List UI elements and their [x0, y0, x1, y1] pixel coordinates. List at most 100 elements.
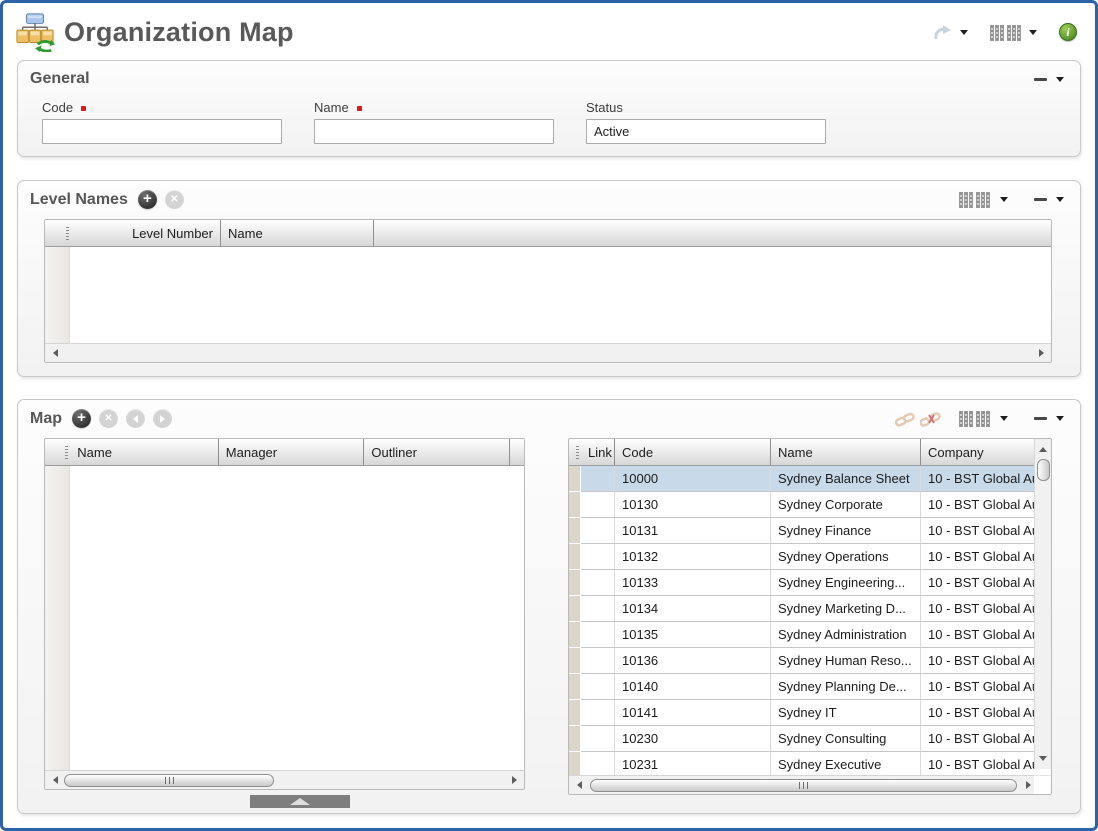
app-header: Organization Map i — [3, 3, 1095, 57]
cell-company: 10 - BST Global Au — [921, 466, 1038, 492]
row-strip[interactable] — [569, 648, 581, 674]
row-strip[interactable] — [569, 700, 581, 726]
column-header-outliner[interactable]: Outliner — [364, 439, 510, 465]
name-field-group: Name — [314, 100, 554, 144]
cell-link — [581, 700, 615, 726]
available-grid-row[interactable]: 10136Sydney Human Reso...10 - BST Global… — [569, 648, 1038, 674]
section-menu-caret[interactable] — [1056, 416, 1064, 421]
row-strip[interactable] — [569, 492, 581, 518]
cell-link — [581, 726, 615, 752]
add-level-button[interactable]: + — [138, 190, 157, 209]
unlink-icon[interactable] — [920, 411, 942, 427]
available-grid-row[interactable]: 10230Sydney Consulting10 - BST Global Au — [569, 726, 1038, 752]
available-grid-row[interactable]: 10132Sydney Operations10 - BST Global Au — [569, 544, 1038, 570]
section-menu-caret[interactable] — [1056, 197, 1064, 202]
available-grid-row[interactable]: 10134Sydney Marketing D...10 - BST Globa… — [569, 596, 1038, 622]
cell-name: Sydney Corporate — [771, 492, 921, 518]
row-strip[interactable] — [569, 674, 581, 700]
cell-code: 10134 — [615, 596, 771, 622]
move-left-button[interactable] — [126, 409, 145, 428]
available-grid-row[interactable]: 10133Sydney Engineering...10 - BST Globa… — [569, 570, 1038, 596]
columns-icon[interactable] — [959, 410, 991, 427]
horizontal-scrollbar[interactable] — [569, 775, 1038, 794]
available-grid-row[interactable]: 10141Sydney IT10 - BST Global Au — [569, 700, 1038, 726]
available-grid-row[interactable]: 10000Sydney Balance Sheet10 - BST Global… — [569, 466, 1038, 492]
cell-name: Sydney Consulting — [771, 726, 921, 752]
cell-code: 10135 — [615, 622, 771, 648]
row-strip[interactable] — [569, 544, 581, 570]
section-menu-caret[interactable] — [1056, 77, 1064, 82]
row-strip[interactable] — [569, 518, 581, 544]
row-strip[interactable] — [569, 570, 581, 596]
scroll-right-button[interactable] — [1021, 778, 1035, 793]
available-grid-row[interactable]: 10140Sydney Planning De...10 - BST Globa… — [569, 674, 1038, 700]
drag-grip[interactable] — [576, 446, 579, 459]
scrollbar-thumb[interactable] — [64, 774, 274, 787]
cell-company: 10 - BST Global Au — [921, 648, 1038, 674]
available-grid-row[interactable]: 10135Sydney Administration10 - BST Globa… — [569, 622, 1038, 648]
column-header-link[interactable]: Link — [581, 439, 615, 465]
columns-icon[interactable] — [990, 24, 1022, 41]
scroll-right-button[interactable] — [1034, 346, 1048, 361]
cell-company: 10 - BST Global Au — [921, 752, 1038, 775]
cell-link — [581, 492, 615, 518]
columns-menu-caret[interactable] — [1000, 197, 1008, 202]
column-header-manager[interactable]: Manager — [219, 439, 365, 465]
cell-name: Sydney Finance — [771, 518, 921, 544]
link-icon[interactable] — [895, 411, 915, 427]
share-icon[interactable] — [933, 24, 953, 41]
row-strip[interactable] — [569, 726, 581, 752]
cell-link — [581, 544, 615, 570]
add-map-node-button[interactable]: + — [72, 409, 91, 428]
scrollbar-thumb[interactable] — [1037, 459, 1050, 481]
code-field-group: Code — [42, 100, 282, 144]
scroll-left-button[interactable] — [48, 773, 62, 788]
available-grid-row[interactable]: 10131Sydney Finance10 - BST Global Au — [569, 518, 1038, 544]
row-strip[interactable] — [569, 622, 581, 648]
row-strip[interactable] — [569, 596, 581, 622]
cell-code: 10140 — [615, 674, 771, 700]
column-header-company[interactable]: Company — [921, 439, 1038, 465]
code-input[interactable] — [42, 119, 282, 144]
columns-menu-caret[interactable] — [1029, 30, 1037, 35]
column-header-level-number[interactable]: Level Number — [71, 220, 221, 246]
scroll-up-button[interactable] — [1036, 442, 1050, 457]
share-menu-caret[interactable] — [960, 30, 968, 35]
column-header-name[interactable]: Name — [771, 439, 921, 465]
columns-icon[interactable] — [959, 191, 991, 208]
delete-level-button[interactable]: ✕ — [165, 190, 184, 209]
status-input[interactable] — [586, 119, 826, 144]
available-grid-row[interactable]: 10130Sydney Corporate10 - BST Global Au — [569, 492, 1038, 518]
row-strip[interactable] — [569, 752, 581, 775]
info-icon[interactable]: i — [1059, 23, 1077, 41]
row-header-column — [45, 439, 70, 465]
drag-grip[interactable] — [65, 446, 68, 459]
cell-company: 10 - BST Global Au — [921, 674, 1038, 700]
collapse-button[interactable] — [1034, 417, 1047, 420]
collapse-button[interactable] — [1034, 198, 1047, 201]
collapse-button[interactable] — [1034, 78, 1047, 81]
scroll-left-button[interactable] — [572, 778, 586, 793]
column-header-name[interactable]: Name — [70, 439, 219, 465]
horizontal-scrollbar[interactable] — [45, 770, 524, 789]
horizontal-scrollbar[interactable] — [45, 343, 1051, 362]
vertical-scrollbar[interactable] — [1034, 439, 1051, 769]
column-header-code[interactable]: Code — [615, 439, 771, 465]
scrollbar-thumb[interactable] — [590, 779, 1017, 792]
scroll-down-button[interactable] — [1036, 751, 1050, 766]
drag-grip[interactable] — [66, 227, 69, 240]
delete-map-node-button[interactable]: ✕ — [99, 409, 118, 428]
cell-code: 10230 — [615, 726, 771, 752]
scroll-right-button[interactable] — [507, 773, 521, 788]
scroll-left-button[interactable] — [48, 346, 62, 361]
cell-link — [581, 648, 615, 674]
column-header-name[interactable]: Name — [221, 220, 374, 246]
available-grid-row[interactable]: 10231Sydney Executive10 - BST Global Au — [569, 752, 1038, 775]
name-input[interactable] — [314, 119, 554, 144]
move-right-button[interactable] — [153, 409, 172, 428]
required-marker — [357, 106, 362, 111]
row-strip[interactable] — [569, 466, 581, 492]
splitter-handle[interactable] — [250, 795, 350, 808]
cell-link — [581, 466, 615, 492]
columns-menu-caret[interactable] — [1000, 416, 1008, 421]
